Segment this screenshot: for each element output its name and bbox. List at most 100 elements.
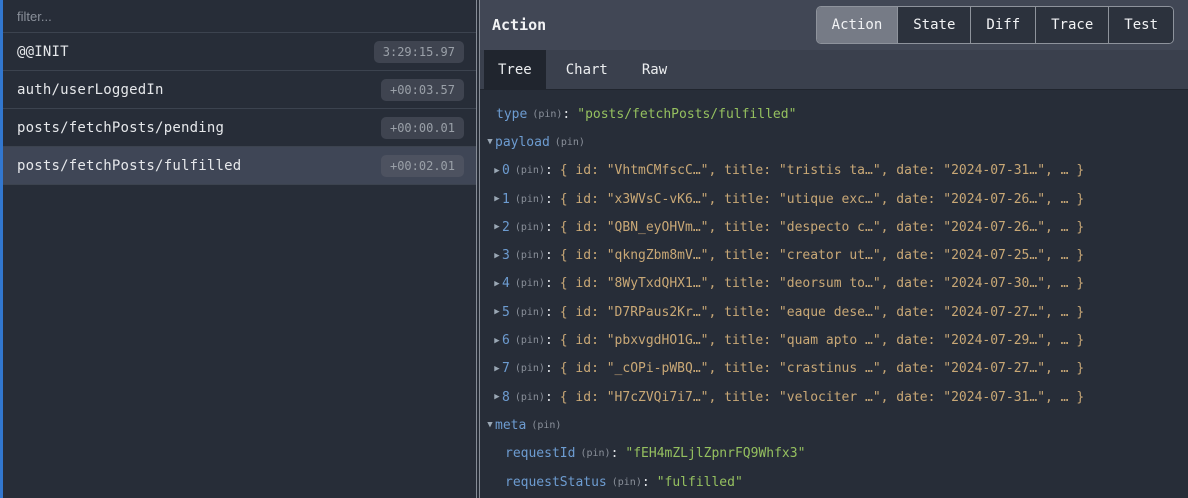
tab-action[interactable]: Action <box>817 7 899 43</box>
tree-node-4[interactable]: ▶4 (pin): { id: "8WyTxdQHX1…", title: "deo… <box>480 270 1188 298</box>
expand-arrow-icon[interactable]: ▶ <box>492 392 502 402</box>
node-key: requestStatus <box>505 475 607 490</box>
node-preview: { id: "_cOPi-pWBQ…", title: "crastinus …… <box>560 361 1084 376</box>
expand-arrow-icon[interactable]: ▶ <box>492 307 502 317</box>
action-list-item[interactable]: auth/userLoggedIn+00:03.57 <box>3 71 476 109</box>
inspector-header: Action ActionStateDiffTraceTest <box>480 0 1188 50</box>
inspector-title: Action <box>492 16 546 34</box>
pin-label[interactable]: (pin) <box>515 165 545 176</box>
tree-node-5[interactable]: ▶5 (pin): { id: "D7RPaus2Kr…", title: "eaq… <box>480 298 1188 326</box>
tab-diff[interactable]: Diff <box>971 7 1036 43</box>
subtab-tree[interactable]: Tree <box>484 50 546 89</box>
inspector-tab-group: ActionStateDiffTraceTest <box>816 6 1174 44</box>
pin-label[interactable]: (pin) <box>515 194 545 205</box>
action-list-item[interactable]: @@INIT 3:29:15.97 <box>3 33 476 71</box>
key-colon: : <box>545 390 553 405</box>
action-list-item[interactable]: posts/fetchPosts/pending+00:00.01 <box>3 109 476 147</box>
key-colon: : <box>545 192 553 207</box>
tab-test[interactable]: Test <box>1109 7 1173 43</box>
collapse-arrow-icon[interactable]: ▼ <box>485 137 495 147</box>
pin-label[interactable]: (pin) <box>515 222 545 233</box>
tree-node-requestId: requestId (pin): "fEH4mZLjlZpnrFQ9Whfx3" <box>480 440 1188 468</box>
pin-label[interactable]: (pin) <box>580 448 610 459</box>
node-key: 6 <box>502 333 510 348</box>
time-badge: 3:29:15.97 <box>374 41 464 63</box>
tree-node-meta[interactable]: ▼meta (pin) <box>480 411 1188 439</box>
node-preview: { id: "H7cZVQi7i7…", title: "velociter …… <box>560 390 1084 405</box>
expand-arrow-icon[interactable]: ▶ <box>492 364 502 374</box>
time-badge: +00:03.57 <box>381 79 464 101</box>
key-colon: : <box>545 305 553 320</box>
node-preview: { id: "8WyTxdQHX1…", title: "deorsum to…… <box>560 276 1084 291</box>
filter-row <box>3 0 476 33</box>
pin-label[interactable]: (pin) <box>515 278 545 289</box>
action-tree: type(pin):"posts/fetchPosts/fulfilled"▼p… <box>480 90 1188 498</box>
expand-arrow-icon[interactable]: ▶ <box>492 166 502 176</box>
action-name: posts/fetchPosts/fulfilled <box>17 158 241 174</box>
tab-state[interactable]: State <box>898 7 971 43</box>
pin-label[interactable]: (pin) <box>515 335 545 346</box>
tree-node-2[interactable]: ▶2 (pin): { id: "QBN_eyOHVm…", title: "des… <box>480 213 1188 241</box>
subtab-raw[interactable]: Raw <box>628 50 681 89</box>
action-name: posts/fetchPosts/pending <box>17 120 224 136</box>
node-key: 2 <box>502 220 510 235</box>
filter-input[interactable] <box>3 0 476 32</box>
key-colon: : <box>545 276 553 291</box>
node-key: 5 <box>502 305 510 320</box>
redux-devtools: @@INIT 3:29:15.97 auth/userLoggedIn+00:03.… <box>0 0 1188 498</box>
expand-arrow-icon[interactable]: ▶ <box>492 194 502 204</box>
time-badge: +00:02.01 <box>381 155 464 177</box>
key-colon: : <box>545 220 553 235</box>
tree-node-requestStatus: requestStatus (pin): "fulfilled" <box>480 468 1188 496</box>
tree-node-6[interactable]: ▶6(pin):{ id: "pbxvgdHO1G…", title: "qua… <box>480 326 1188 354</box>
key-colon: : <box>642 475 650 490</box>
tree-node-0[interactable]: ▶0(pin):{ id: "VhtmCMfscC…", title: "tri… <box>480 157 1188 185</box>
tree-node-type: type (pin): "posts/fetchPosts/fulfilled" <box>480 100 1188 128</box>
expand-arrow-icon[interactable]: ▶ <box>492 251 502 261</box>
pin-label[interactable]: (pin) <box>515 250 545 261</box>
key-colon: : <box>545 248 553 263</box>
tree-node-payload[interactable]: ▼payload (pin) <box>480 128 1188 156</box>
node-preview: { id: "pbxvgdHO1G…", title: "quam apto …… <box>560 333 1084 348</box>
node-key: requestId <box>505 446 575 461</box>
tab-trace[interactable]: Trace <box>1036 7 1109 43</box>
node-key: 4 <box>502 276 510 291</box>
key-colon: : <box>611 446 619 461</box>
node-value: "fEH4mZLjlZpnrFQ9Whfx3" <box>625 446 805 461</box>
node-key: meta <box>495 418 526 433</box>
node-key: type <box>496 107 527 122</box>
tree-node-3[interactable]: ▶3 (pin): { id: "qkngZbm8mV…", title: "cre… <box>480 241 1188 269</box>
node-preview: { id: "D7RPaus2Kr…", title: "eaque dese…… <box>560 305 1084 320</box>
expand-arrow-icon[interactable]: ▶ <box>492 279 502 289</box>
tree-node-1[interactable]: ▶1 (pin): { id: "x3WVsC-vK6…", title: "uti… <box>480 185 1188 213</box>
pin-label[interactable]: (pin) <box>612 477 642 488</box>
inspector-panel: Action ActionStateDiffTraceTest TreeChar… <box>480 0 1188 498</box>
pin-label[interactable]: (pin) <box>532 109 562 120</box>
action-list-item[interactable]: posts/fetchPosts/fulfilled +00:02.01 <box>3 147 476 185</box>
pin-label[interactable]: (pin) <box>515 392 545 403</box>
node-value: "posts/fetchPosts/fulfilled" <box>577 107 796 122</box>
node-value: "fulfilled" <box>657 475 743 490</box>
tree-node-7[interactable]: ▶7(pin):{ id: "_cOPi-pWBQ…", title: "cra… <box>480 355 1188 383</box>
pin-label[interactable]: (pin) <box>531 420 561 431</box>
pin-label[interactable]: (pin) <box>515 307 545 318</box>
node-key: payload <box>495 135 550 150</box>
node-key: 8 <box>502 390 510 405</box>
collapse-arrow-icon[interactable]: ▼ <box>485 420 495 430</box>
node-key: 1 <box>502 192 510 207</box>
pin-label[interactable]: (pin) <box>515 363 545 374</box>
node-key: 3 <box>502 248 510 263</box>
action-list-panel: @@INIT 3:29:15.97 auth/userLoggedIn+00:03.… <box>3 0 477 498</box>
node-preview: { id: "QBN_eyOHVm…", title: "despecto c…… <box>560 220 1084 235</box>
node-key: 7 <box>502 361 510 376</box>
key-colon: : <box>545 163 553 178</box>
tree-node-8[interactable]: ▶8 (pin): { id: "H7cZVQi7i7…", title: "vel… <box>480 383 1188 411</box>
subtab-chart[interactable]: Chart <box>552 50 622 89</box>
expand-arrow-icon[interactable]: ▶ <box>492 222 502 232</box>
node-preview: { id: "x3WVsC-vK6…", title: "utique exc…… <box>560 192 1084 207</box>
action-name: @@INIT <box>17 44 69 60</box>
pin-label[interactable]: (pin) <box>555 137 585 148</box>
expand-arrow-icon[interactable]: ▶ <box>492 336 502 346</box>
key-colon: : <box>562 107 570 122</box>
node-preview: { id: "qkngZbm8mV…", title: "creator ut…… <box>560 248 1084 263</box>
